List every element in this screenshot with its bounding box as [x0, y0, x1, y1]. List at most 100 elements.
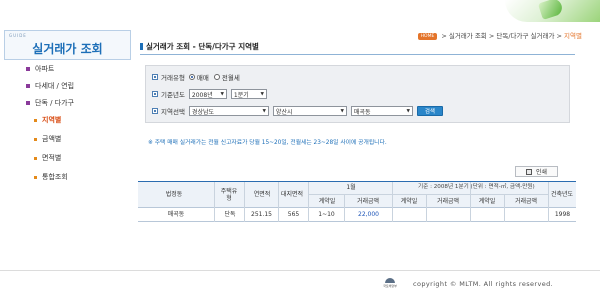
bullet-icon — [26, 67, 30, 71]
sidebar-item-label: 단독 / 다가구 — [35, 99, 75, 107]
search-button[interactable]: 검색 — [416, 106, 443, 116]
column-divider — [244, 182, 245, 208]
sidebar-subitem-area[interactable]: 면적별 — [34, 153, 61, 163]
top-banner — [0, 0, 600, 22]
year-select-value: 2008년 — [191, 91, 213, 99]
chevron-down-icon: ▼ — [406, 108, 410, 114]
header-price: 거래금액 — [356, 197, 380, 205]
header-price: 거래금액 — [514, 197, 538, 205]
period-row: 기준년도 2008년 ▼ 1분기 ▼ — [152, 88, 271, 100]
notice-text: ※ 주택 매매 실거래가는 전월 신고자료가 당월 15~20일, 전월세는 2… — [148, 140, 387, 146]
region-row: 지역선택 경상남도 ▼ 양산시 ▼ 매곡동 ▼ 검색 — [152, 105, 443, 117]
sidebar-item-apartment[interactable]: 아파트 — [26, 64, 54, 74]
radio-rent-label: 전월세 — [221, 74, 240, 82]
print-button[interactable]: 인쇄 — [515, 166, 558, 177]
ministry-logo: 국토해양부 — [378, 278, 402, 288]
sidebar: GUIDE 실거래가 조회 아파트 다세대 / 연립 단독 / 다가구 지역별 … — [0, 22, 138, 262]
chevron-down-icon: ▼ — [220, 91, 224, 97]
column-divider — [308, 208, 309, 222]
column-divider — [308, 182, 309, 208]
breadcrumb-current: 지역별 — [564, 32, 582, 40]
column-divider — [214, 208, 215, 222]
quarter-select-value: 1분기 — [233, 91, 249, 99]
ministry-logo-text: 국토해양부 — [383, 284, 397, 288]
table-row: 매곡동 단독 251.15 565 1~10 22,000 1998 — [138, 208, 576, 222]
page-title: 실거래가 조회 - 단독/다가구 지역별 — [140, 41, 259, 52]
bullet-icon — [26, 101, 30, 105]
checkbox-icon — [152, 108, 158, 114]
printer-icon — [525, 168, 532, 175]
header-type: 주택유형 — [220, 187, 238, 203]
cell-dong: 매곡동 — [167, 211, 185, 219]
sidebar-subitem-label: 통합조회 — [42, 173, 68, 181]
search-panel: 거래유형 매매 전월세 기준년도 2008년 ▼ 1분기 ▼ 지역선택 경상남도 ▼ … — [145, 65, 570, 123]
radio-sale[interactable] — [188, 74, 195, 80]
header-dong: 법정동 — [165, 191, 183, 199]
chevron-down-icon: ▼ — [260, 91, 264, 97]
copyright-text: copyright © MLTM. All rights reserved. — [413, 280, 554, 288]
header-split-line — [308, 194, 548, 195]
dong-select-value: 매곡동 — [353, 108, 371, 116]
header-price: 거래금액 — [436, 197, 460, 205]
sidebar-subitem-label: 지역별 — [42, 116, 62, 124]
sidebar-subitem-label: 금액별 — [42, 135, 62, 143]
column-divider — [278, 208, 279, 222]
header-contract-day: 계약일 — [478, 197, 496, 205]
bullet-icon — [34, 118, 37, 122]
sidebar-item-detached[interactable]: 단독 / 다가구 — [26, 98, 74, 108]
city-select[interactable]: 양산시 ▼ — [272, 106, 347, 116]
column-divider — [426, 195, 427, 208]
ministry-emblem-icon — [385, 278, 395, 283]
province-select-value: 경상남도 — [191, 108, 215, 116]
header-built-year: 건축년도 — [550, 191, 574, 199]
sidebar-item-multiplex[interactable]: 다세대 / 연립 — [26, 81, 74, 91]
header-month-1: 1월 — [346, 184, 356, 192]
column-divider — [426, 208, 427, 222]
sidebar-item-label: 다세대 / 연립 — [35, 82, 75, 90]
bullet-icon — [34, 137, 37, 141]
sidebar-subitem-amount[interactable]: 금액별 — [34, 134, 61, 144]
table-caption: 기준 : 2008년 1분기 (단위 : 면적-㎡, 금액-만원) — [418, 184, 535, 190]
chevron-down-icon: ▼ — [340, 108, 344, 114]
chevron-down-icon: ▼ — [262, 108, 266, 114]
trade-type-row: 거래유형 매매 전월세 — [152, 71, 245, 83]
period-label: 기준년도 — [161, 91, 185, 99]
city-select-value: 양산시 — [275, 108, 293, 116]
footer-divider — [0, 270, 600, 271]
checkbox-icon — [152, 91, 158, 97]
column-divider — [278, 182, 279, 208]
cell-contract-day: 1~10 — [318, 211, 335, 219]
column-divider — [470, 208, 471, 222]
year-select[interactable]: 2008년 ▼ — [188, 89, 227, 99]
column-divider — [392, 208, 393, 222]
radio-sale-label: 매매 — [196, 74, 209, 82]
region-label: 지역선택 — [161, 108, 185, 116]
column-divider — [344, 195, 345, 208]
sidebar-subitem-combined[interactable]: 통합조회 — [34, 172, 68, 182]
header-contract-day: 계약일 — [318, 197, 336, 205]
column-divider — [504, 195, 505, 208]
quarter-select[interactable]: 1분기 ▼ — [230, 89, 267, 99]
column-divider — [344, 208, 345, 222]
cell-built-year: 1998 — [554, 211, 571, 219]
province-select[interactable]: 경상남도 ▼ — [188, 106, 269, 116]
column-divider — [392, 182, 393, 208]
header-floor-area: 연면적 — [253, 191, 271, 199]
title-divider — [140, 54, 575, 55]
home-link[interactable]: HOME — [417, 32, 438, 40]
bullet-icon — [34, 175, 37, 179]
column-divider — [244, 208, 245, 222]
cell-price: 22,000 — [358, 211, 379, 219]
sidebar-item-label: 아파트 — [35, 65, 55, 73]
cell-land-area: 565 — [287, 211, 300, 219]
header-contract-day: 계약일 — [400, 197, 418, 205]
cell-floor-area: 251.15 — [251, 211, 272, 219]
dong-select[interactable]: 매곡동 ▼ — [350, 106, 413, 116]
sidebar-subitem-label: 면적별 — [42, 154, 62, 162]
sidebar-subitem-region[interactable]: 지역별 — [34, 115, 61, 125]
radio-rent[interactable] — [213, 74, 220, 80]
breadcrumb: HOME > 실거래가 조회 > 단독/다가구 실거래가 > 지역별 — [417, 30, 582, 40]
bullet-icon — [34, 156, 37, 160]
cell-type: 단독 — [224, 211, 236, 219]
sidebar-title: 실거래가 조회 — [32, 42, 103, 56]
